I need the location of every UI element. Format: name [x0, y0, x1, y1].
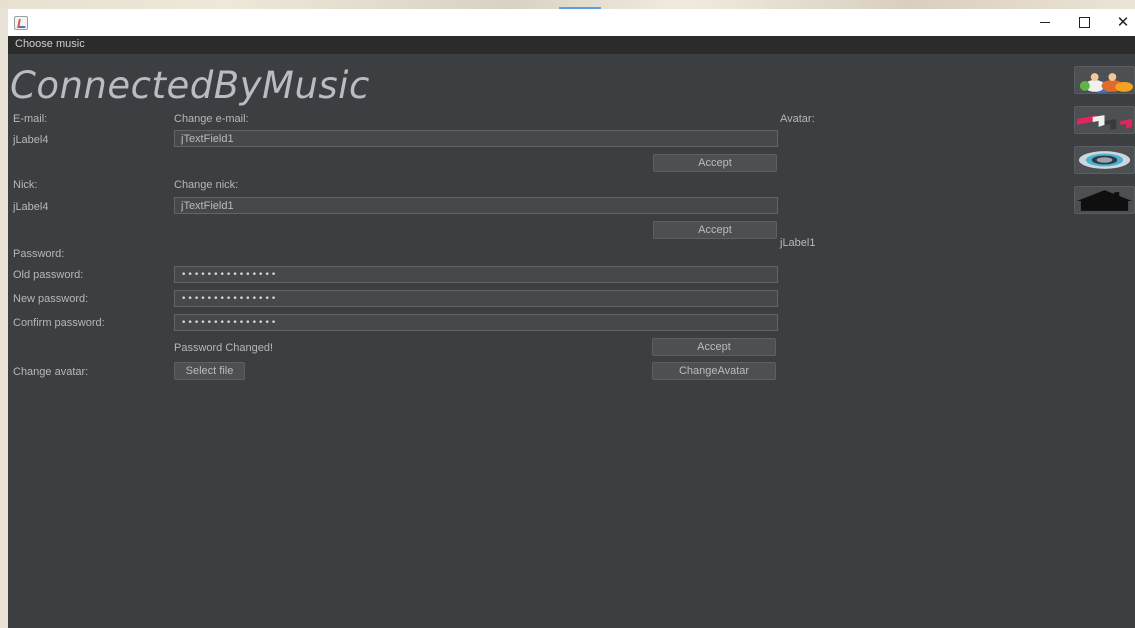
- avatar-image: jLabel1: [780, 237, 816, 249]
- minimize-button[interactable]: [1026, 9, 1064, 36]
- settings-ring-icon: [1078, 151, 1131, 169]
- current-nick-value: jLabel4: [13, 201, 49, 213]
- old-password-field[interactable]: •••••••••••••••: [174, 266, 778, 283]
- minimize-icon: [1040, 22, 1050, 23]
- settings-button[interactable]: [1074, 146, 1135, 174]
- current-email-value: jLabel4: [13, 134, 49, 146]
- accept-password-button[interactable]: Accept: [652, 338, 776, 356]
- nick-label: Nick:: [13, 179, 38, 191]
- java-app-icon: [14, 16, 28, 30]
- email-field[interactable]: [174, 130, 778, 147]
- maximize-icon: [1078, 17, 1090, 28]
- password-section-label: Password:: [13, 248, 65, 260]
- home-icon: [1076, 190, 1133, 211]
- email-label: E-mail:: [13, 113, 48, 125]
- avatar-label: Avatar:: [780, 113, 815, 125]
- change-nick-label: Change nick:: [174, 179, 239, 191]
- close-icon: ✕: [1116, 13, 1130, 31]
- old-password-label: Old password:: [13, 269, 84, 281]
- home-button[interactable]: [1074, 186, 1135, 214]
- accept-nick-button[interactable]: Accept: [653, 221, 777, 239]
- accept-email-button[interactable]: Accept: [653, 154, 777, 172]
- window-left-edge: [0, 9, 8, 628]
- new-password-field[interactable]: •••••••••••••••: [174, 290, 778, 307]
- desktop-strip: [0, 0, 1135, 9]
- select-file-button[interactable]: Select file: [174, 362, 245, 380]
- new-password-label: New password:: [13, 293, 89, 305]
- change-avatar-button[interactable]: ChangeAvatar: [652, 362, 776, 380]
- password-status-text: Password Changed!: [174, 342, 274, 354]
- users-button[interactable]: [1074, 66, 1135, 94]
- change-email-label: Change e-mail:: [174, 113, 249, 125]
- music-notes-icon: [1076, 115, 1133, 130]
- menu-choose-music[interactable]: Choose music: [15, 38, 85, 50]
- maximize-button[interactable]: [1065, 9, 1103, 36]
- confirm-password-field[interactable]: •••••••••••••••: [174, 314, 778, 331]
- confirm-password-label: Confirm password:: [13, 317, 105, 329]
- title-bar: ✕: [8, 9, 1135, 36]
- users-icon: [1079, 73, 1134, 93]
- music-button[interactable]: [1074, 106, 1135, 134]
- nick-field[interactable]: [174, 197, 778, 214]
- settings-panel: ConnectedByMusic E-mail: Change e-mail: …: [8, 54, 1135, 628]
- menu-bar: Choose music: [8, 36, 1135, 54]
- close-button[interactable]: ✕: [1104, 9, 1135, 36]
- app-title: ConnectedByMusic: [10, 64, 370, 107]
- change-avatar-label: Change avatar:: [13, 366, 89, 378]
